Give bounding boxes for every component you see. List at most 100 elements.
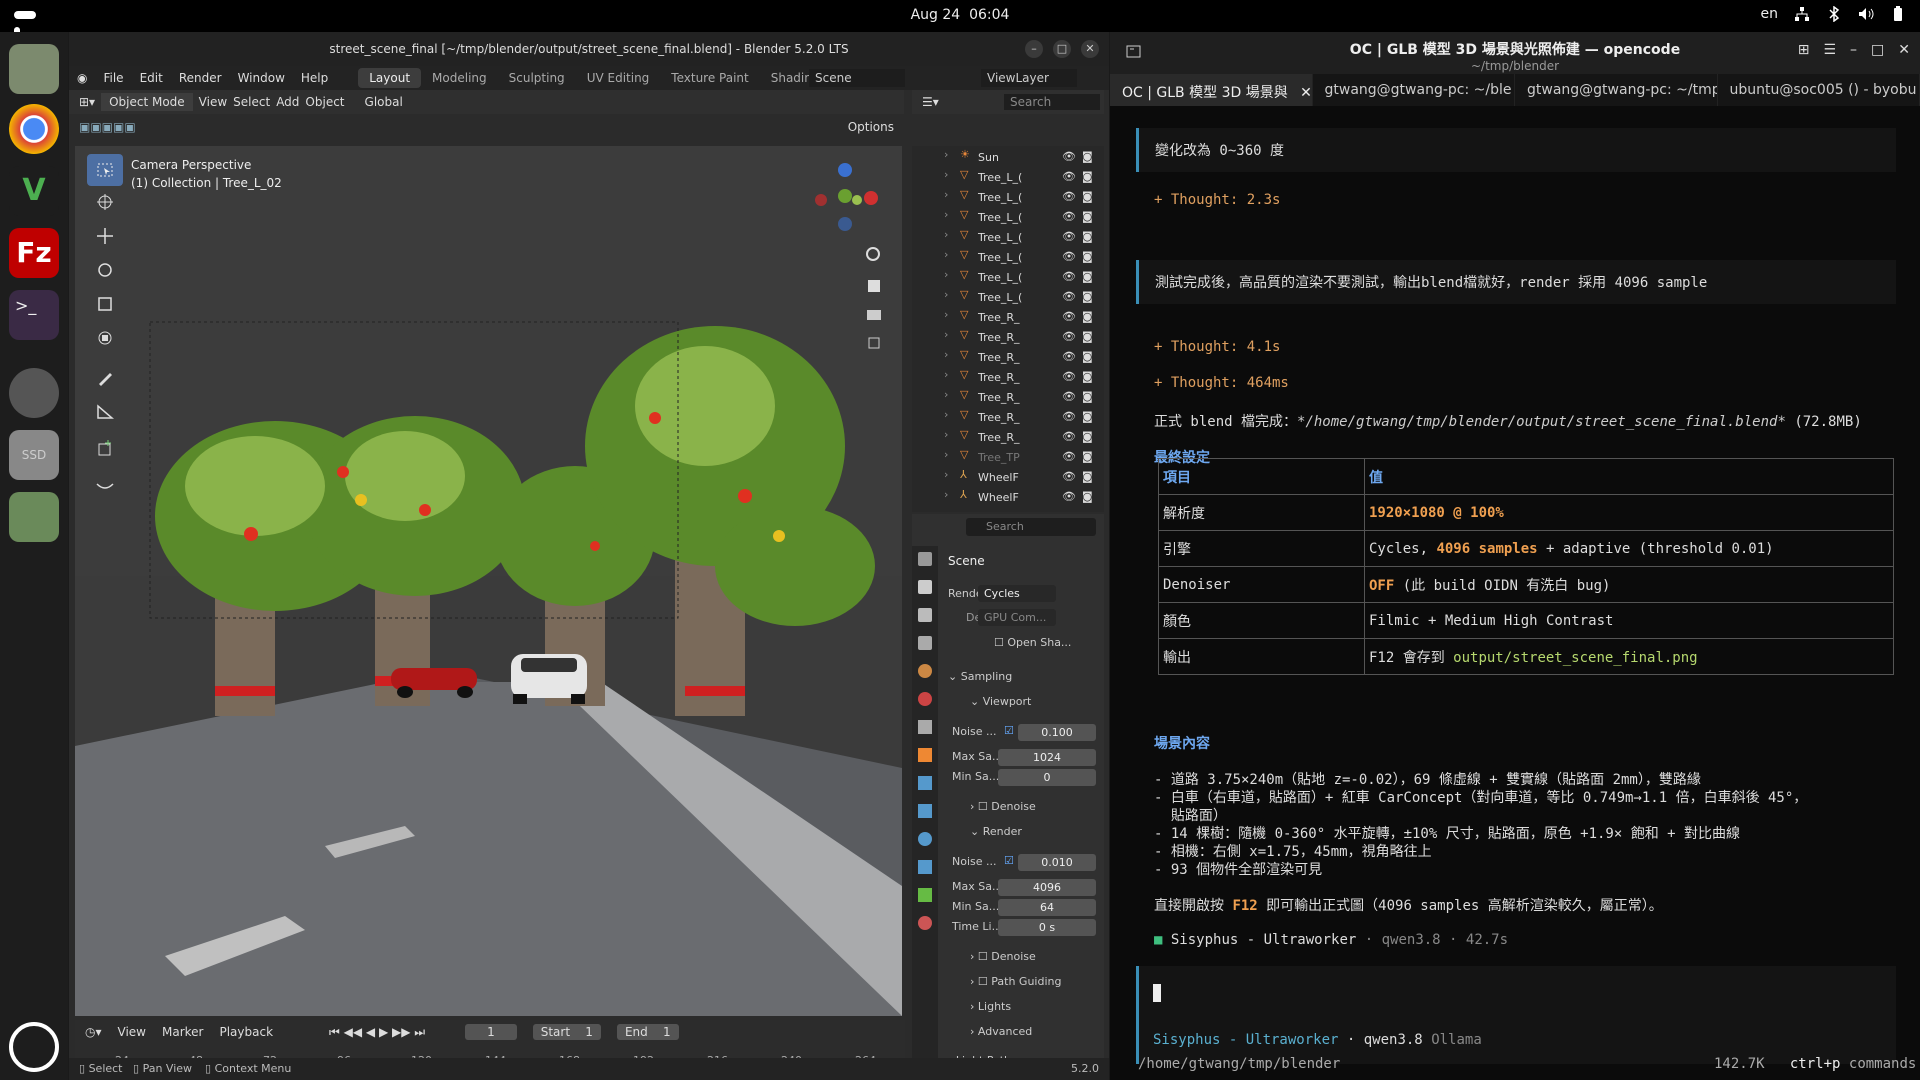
vp-menu-object[interactable]: Object: [305, 95, 344, 109]
move-tool[interactable]: [87, 220, 123, 252]
term-minimize-icon[interactable]: –: [1850, 42, 1857, 58]
close-icon[interactable]: ✕: [1081, 40, 1099, 58]
vp-noise-checkbox[interactable]: ☑: [1004, 724, 1014, 737]
object-tab-icon[interactable]: [918, 748, 932, 762]
visibility-eye-icon[interactable]: 👁: [1062, 450, 1076, 463]
menu-file[interactable]: File: [95, 71, 131, 85]
current-frame-field[interactable]: 1: [465, 1024, 517, 1040]
vp-menu-select[interactable]: Select: [233, 95, 270, 109]
visibility-eye-icon[interactable]: 👁: [1062, 230, 1076, 243]
vp-menu-view[interactable]: View: [199, 95, 227, 109]
files-icon[interactable]: [9, 44, 59, 94]
timeline-editor-icon[interactable]: ◷▾: [85, 1025, 102, 1039]
measure-tool[interactable]: [87, 396, 123, 428]
render-camera-icon[interactable]: ◙: [1082, 310, 1093, 323]
curve-tool[interactable]: [87, 468, 123, 500]
vp-max-field[interactable]: 1024: [998, 749, 1096, 766]
expand-arrow-icon[interactable]: ›: [944, 248, 948, 261]
timeline-view-menu[interactable]: View: [118, 1025, 146, 1039]
trash-icon[interactable]: [9, 492, 59, 542]
settings-icon[interactable]: [9, 368, 59, 418]
options-dropdown[interactable]: Options: [848, 120, 894, 134]
particles-tab-icon[interactable]: [918, 804, 932, 818]
constraints-tab-icon[interactable]: [918, 860, 932, 874]
visibility-eye-icon[interactable]: 👁: [1062, 350, 1076, 363]
render-camera-icon[interactable]: ◙: [1082, 150, 1093, 163]
props-search[interactable]: Search: [966, 518, 1096, 536]
outliner-row[interactable]: › ▽ Tree_L_(👁 ◙: [912, 188, 1104, 208]
viewport-subpanel[interactable]: ⌄ Viewport: [970, 695, 1031, 708]
path-guiding-panel[interactable]: › ☐ Path Guiding: [970, 975, 1061, 988]
outliner-row[interactable]: › ▽ Tree_L_(👁 ◙: [912, 228, 1104, 248]
visibility-eye-icon[interactable]: 👁: [1062, 210, 1076, 223]
expand-arrow-icon[interactable]: ›: [944, 408, 948, 421]
select-box-tool[interactable]: [87, 154, 123, 186]
render-camera-icon[interactable]: ◙: [1082, 410, 1093, 423]
expand-arrow-icon[interactable]: ›: [944, 488, 948, 501]
show-apps-icon[interactable]: [9, 1022, 59, 1072]
outliner-row[interactable]: › ▽ Tree_L_(👁 ◙: [912, 168, 1104, 188]
outliner-editor-icon[interactable]: ☰▾: [922, 95, 939, 109]
playback-controls[interactable]: ⏮ ◀◀ ◀ ▶ ▶▶ ⏭: [329, 1025, 425, 1040]
navigation-gizmo[interactable]: [805, 156, 885, 236]
render-subpanel[interactable]: ⌄ Render: [970, 825, 1022, 838]
visibility-eye-icon[interactable]: 👁: [1062, 290, 1076, 303]
mode-dropdown[interactable]: Object Mode: [101, 93, 193, 111]
tab-close-icon[interactable]: ✕: [1300, 85, 1311, 101]
r-noise-field[interactable]: 0.010: [1018, 854, 1096, 871]
outliner-row[interactable]: › ⅄ WheelF 👁 ◙: [912, 488, 1104, 508]
menu-render[interactable]: Render: [171, 71, 230, 85]
visibility-eye-icon[interactable]: 👁: [1062, 270, 1076, 283]
visibility-eye-icon[interactable]: 👁: [1062, 410, 1076, 423]
collection-tab-icon[interactable]: [918, 720, 932, 734]
cursor-tool[interactable]: [87, 186, 123, 218]
language-indicator[interactable]: en: [1761, 6, 1779, 22]
network-icon[interactable]: [1794, 6, 1810, 22]
tab-texture-paint[interactable]: Texture Paint: [660, 68, 759, 88]
outliner-search[interactable]: Search: [1004, 94, 1100, 110]
add-cube-tool[interactable]: [87, 432, 123, 464]
outliner-row[interactable]: › ▽ Tree_R_ 👁 ◙: [912, 388, 1104, 408]
render-camera-icon[interactable]: ◙: [1082, 330, 1093, 343]
r-noise-checkbox[interactable]: ☑: [1004, 854, 1014, 867]
outliner-row[interactable]: › ▽ Tree_L_(👁 ◙: [912, 268, 1104, 288]
hamburger-menu-icon[interactable]: ☰: [1823, 42, 1836, 58]
maximize-icon[interactable]: □: [1053, 40, 1071, 58]
time-limit-field[interactable]: 0 s: [998, 919, 1096, 936]
render-camera-icon[interactable]: ◙: [1082, 270, 1093, 283]
tab-overview-icon[interactable]: ⊞: [1798, 42, 1810, 58]
expand-arrow-icon[interactable]: ›: [944, 468, 948, 481]
prompt-input[interactable]: Sisyphus - Ultraworker · qwen3.8 Ollama: [1136, 966, 1896, 1064]
render-camera-icon[interactable]: ◙: [1082, 370, 1093, 383]
visibility-eye-icon[interactable]: 👁: [1062, 430, 1076, 443]
expand-arrow-icon[interactable]: ›: [944, 168, 948, 181]
vp-noise-field[interactable]: 0.100: [1018, 724, 1096, 741]
outliner-row[interactable]: › ☀ Sun 👁 ◙: [912, 148, 1104, 168]
tab-modeling[interactable]: Modeling: [421, 68, 498, 88]
expand-arrow-icon[interactable]: ›: [944, 328, 948, 341]
terminal-tab-4[interactable]: ubuntu@soc005 () - byobu: [1718, 74, 1920, 106]
expand-arrow-icon[interactable]: ›: [944, 188, 948, 201]
visibility-eye-icon[interactable]: 👁: [1062, 330, 1076, 343]
sampling-panel[interactable]: ⌄ Sampling: [948, 670, 1012, 683]
thought-3[interactable]: + Thought: 464ms: [1154, 375, 1289, 391]
outliner-row[interactable]: › ▽ Tree_L_(👁 ◙: [912, 208, 1104, 228]
vim-icon[interactable]: V: [9, 166, 59, 216]
render-camera-icon[interactable]: ◙: [1082, 390, 1093, 403]
visibility-eye-icon[interactable]: 👁: [1062, 310, 1076, 323]
render-camera-icon[interactable]: ◙: [1082, 470, 1093, 483]
outliner-row[interactable]: › ⅄ WheelF 👁 ◙: [912, 468, 1104, 488]
system-tray[interactable]: en: [1761, 6, 1907, 22]
viewlayer-selector[interactable]: ViewLayer: [981, 69, 1077, 87]
visibility-eye-icon[interactable]: 👁: [1062, 150, 1076, 163]
menu-edit[interactable]: Edit: [132, 71, 171, 85]
tool-tab-icon[interactable]: [918, 552, 932, 566]
visibility-eye-icon[interactable]: 👁: [1062, 390, 1076, 403]
term-close-icon[interactable]: ✕: [1898, 42, 1910, 58]
outliner-row[interactable]: › ▽ Tree_R_ 👁 ◙: [912, 368, 1104, 388]
visibility-eye-icon[interactable]: 👁: [1062, 250, 1076, 263]
render-engine-dropdown[interactable]: Cycles: [978, 585, 1056, 602]
minimize-icon[interactable]: –: [1025, 40, 1043, 58]
outliner-row[interactable]: › ▽ Tree_R_ 👁 ◙: [912, 328, 1104, 348]
select-mode-icons[interactable]: ▣▣▣▣▣: [79, 120, 136, 134]
